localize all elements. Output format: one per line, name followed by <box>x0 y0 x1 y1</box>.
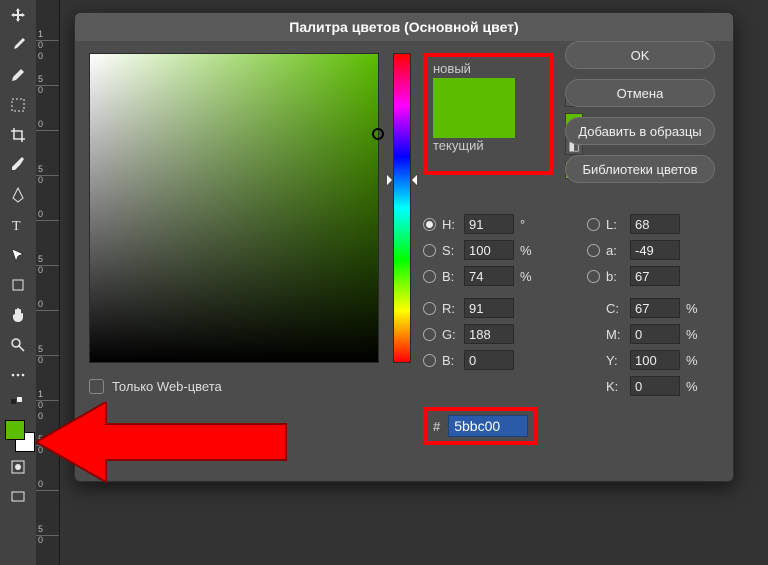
label-b-rgb: B: <box>442 353 458 368</box>
web-colors-checkbox-row[interactable]: Только Web-цвета <box>89 379 222 394</box>
vertical-ruler: 100 50 0 50 0 50 0 50 100 50 0 50 <box>36 0 60 565</box>
swap-colors-icon[interactable] <box>4 394 32 408</box>
move-tool[interactable] <box>4 4 32 26</box>
more-tools[interactable] <box>4 364 32 386</box>
label-g: G: <box>442 327 458 342</box>
hue-slider-handle-right[interactable] <box>407 175 417 185</box>
hand-tool[interactable] <box>4 304 32 326</box>
input-lab-b[interactable] <box>630 266 680 286</box>
label-s: S: <box>442 243 458 258</box>
input-g[interactable] <box>464 324 514 344</box>
ok-button[interactable]: OK <box>565 41 715 69</box>
brush-tool[interactable] <box>4 34 32 56</box>
label-a: a: <box>606 243 624 258</box>
foreground-color-swatch[interactable] <box>5 420 25 440</box>
text-tool[interactable]: T <box>4 214 32 236</box>
radio-a[interactable] <box>587 244 600 257</box>
web-colors-checkbox[interactable] <box>89 379 104 394</box>
input-b-hsb[interactable] <box>464 266 514 286</box>
label-b-hsb: B: <box>442 269 458 284</box>
label-l: L: <box>606 217 624 232</box>
dialog-title: Палитра цветов (Основной цвет) <box>75 13 733 41</box>
cancel-button[interactable]: Отмена <box>565 79 715 107</box>
dialog-buttons: OK Отмена Добавить в образцы Библиотеки … <box>565 41 715 183</box>
input-s[interactable] <box>464 240 514 260</box>
input-h[interactable] <box>464 214 514 234</box>
quickmask-tool[interactable] <box>4 456 32 478</box>
radio-b-rgb[interactable] <box>423 354 436 367</box>
add-swatch-button[interactable]: Добавить в образцы <box>565 117 715 145</box>
radio-r[interactable] <box>423 302 436 315</box>
color-field[interactable] <box>89 53 379 363</box>
current-color-label: текущий <box>433 138 543 153</box>
input-m[interactable] <box>630 324 680 344</box>
label-m: M: <box>606 327 624 342</box>
color-field-cursor[interactable] <box>372 128 384 140</box>
radio-l[interactable] <box>587 218 600 231</box>
label-lab-b: b: <box>606 269 624 284</box>
color-preview-box: новый текущий <box>423 53 553 175</box>
new-color-swatch <box>433 78 515 138</box>
new-color-label: новый <box>433 61 543 76</box>
input-k[interactable] <box>630 376 680 396</box>
radio-b[interactable] <box>423 270 436 283</box>
hex-input[interactable] <box>448 415 528 437</box>
zoom-tool[interactable] <box>4 334 32 356</box>
input-l[interactable] <box>630 214 680 234</box>
label-y: Y: <box>606 353 624 368</box>
label-h: H: <box>442 217 458 232</box>
input-a[interactable] <box>630 240 680 260</box>
svg-text:T: T <box>12 219 21 233</box>
pencil-tool[interactable] <box>4 64 32 86</box>
radio-lab-b[interactable] <box>587 270 600 283</box>
label-k: K: <box>606 379 624 394</box>
tool-panel: T <box>0 0 36 565</box>
color-swatches[interactable] <box>3 418 33 448</box>
eyedropper-tool[interactable] <box>4 154 32 176</box>
color-libraries-button[interactable]: Библиотеки цветов <box>565 155 715 183</box>
hue-slider[interactable] <box>393 53 411 363</box>
input-b-rgb[interactable] <box>464 350 514 370</box>
marquee-tool[interactable] <box>4 94 32 116</box>
input-c[interactable] <box>630 298 680 318</box>
label-r: R: <box>442 301 458 316</box>
hex-row: # <box>423 407 538 445</box>
pen-tool[interactable] <box>4 184 32 206</box>
web-colors-label: Только Web-цвета <box>112 379 222 394</box>
input-r[interactable] <box>464 298 514 318</box>
color-picker-dialog: Палитра цветов (Основной цвет) новый тек… <box>74 12 734 482</box>
hue-slider-handle-left[interactable] <box>387 175 397 185</box>
radio-g[interactable] <box>423 328 436 341</box>
direct-select-tool[interactable] <box>4 244 32 266</box>
input-y[interactable] <box>630 350 680 370</box>
radio-h[interactable] <box>423 218 436 231</box>
shape-tool[interactable] <box>4 274 32 296</box>
crop-tool[interactable] <box>4 124 32 146</box>
workspace: T 100 50 0 50 0 50 0 50 100 50 0 50 Пали… <box>0 0 768 565</box>
label-c: C: <box>606 301 624 316</box>
hex-prefix: # <box>433 419 440 434</box>
color-values-right: L: a: b: C:% M:% Y:% K:% <box>587 211 727 399</box>
screen-mode-tool[interactable] <box>4 486 32 508</box>
radio-s[interactable] <box>423 244 436 257</box>
